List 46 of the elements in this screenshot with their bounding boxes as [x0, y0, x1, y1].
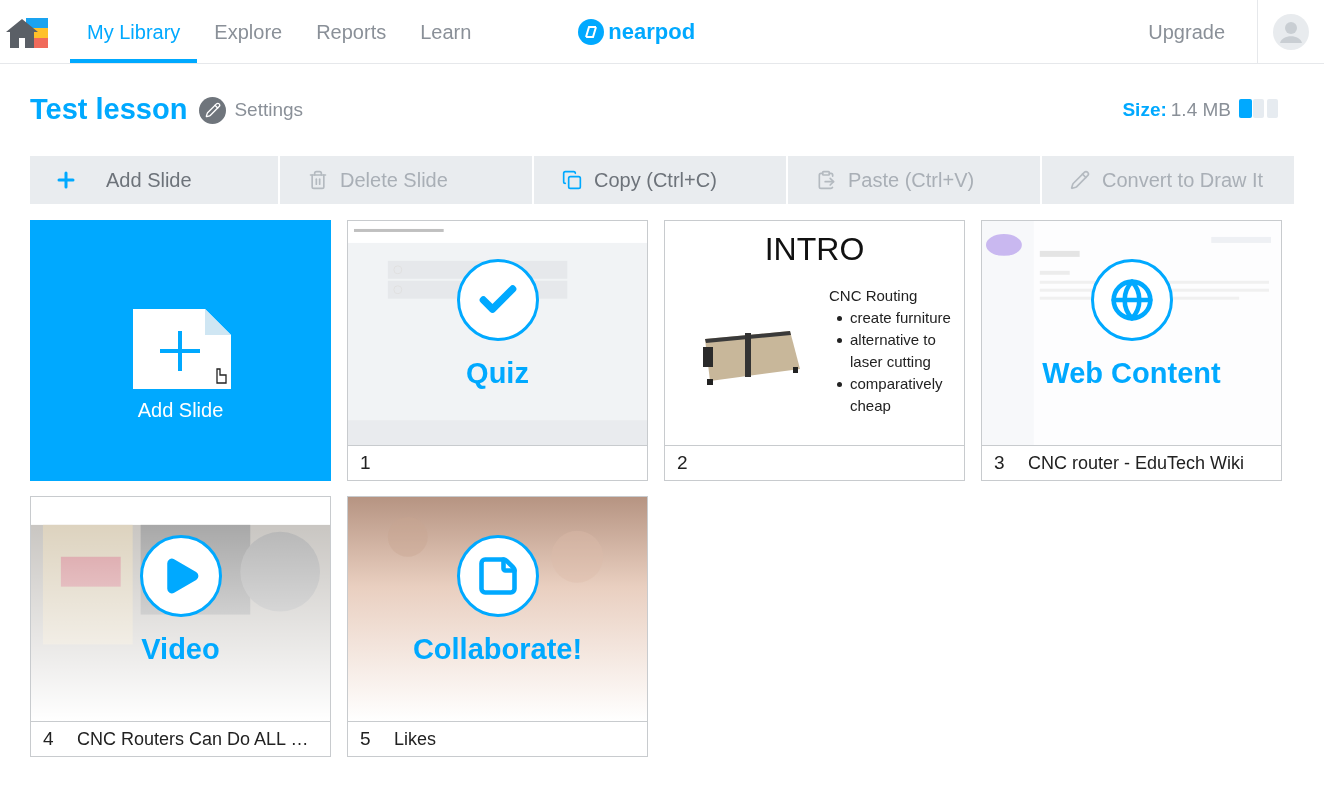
trash-icon: [308, 170, 328, 190]
size-label: Size:: [1122, 97, 1167, 122]
bullet-text: create furniture: [850, 308, 952, 328]
add-document-icon: [130, 309, 231, 391]
slide-caption: Likes: [394, 727, 437, 751]
slide-type-label: Web Content: [1042, 359, 1221, 388]
slide-number: 1: [360, 450, 372, 475]
add-slide-tile[interactable]: Add Slide: [30, 220, 331, 481]
toolbar-button[interactable]: Add Slide: [30, 156, 278, 204]
slide-caption: CNC Routers Can Do ALL …: [77, 727, 309, 751]
slide-type-label: Collaborate!: [412, 635, 583, 664]
pencil-icon: [1070, 170, 1090, 190]
logo-icon: [578, 18, 605, 45]
bullet-icon: [837, 382, 842, 387]
home-icon[interactable]: [6, 15, 50, 48]
slide-number: 3: [994, 450, 1006, 475]
slide-card[interactable]: INTRO CNC Routing create furniture alternative to laser cutting comparatively cheap 2: [664, 220, 965, 481]
copy-icon: [562, 170, 582, 190]
toolbar-button[interactable]: Copy (Ctrl+C): [532, 156, 786, 204]
nav-tab[interactable]: Reports: [299, 0, 404, 63]
bullet-icon: [837, 338, 842, 343]
slide-heading: INTRO: [764, 233, 865, 265]
size-meter: [1239, 98, 1278, 118]
lesson-title: Test lesson: [30, 92, 188, 128]
nav-tab[interactable]: Explore: [197, 0, 300, 63]
slide-subheading: CNC Routing: [829, 286, 919, 306]
slide-type-label: Video: [141, 635, 220, 664]
size-value: 1.4 MB: [1170, 97, 1231, 122]
pencil-icon: [199, 96, 227, 124]
bullet-text: comparatively cheap: [850, 374, 944, 416]
nav-tab[interactable]: My Library: [70, 0, 198, 63]
upgrade-link[interactable]: Upgrade: [1128, 0, 1245, 63]
slide-card[interactable]: Web Content 3 CNC router - EduTech Wiki: [981, 220, 1282, 481]
slide-card[interactable]: Collaborate! 5 Likes: [347, 496, 648, 757]
logo-wordmark: nearpod: [608, 18, 696, 46]
slide-number: 2: [677, 450, 689, 475]
slide-number: 5: [360, 726, 372, 751]
nav-tab[interactable]: Learn: [403, 0, 489, 63]
paste-icon: [816, 170, 836, 190]
settings-button[interactable]: Settings: [199, 95, 304, 125]
slide-number: 4: [43, 726, 55, 751]
slide-caption: CNC router - EduTech Wiki: [1028, 451, 1245, 475]
bullet-icon: [837, 316, 842, 321]
slide-card[interactable]: Video 4 CNC Routers Can Do ALL …: [30, 496, 331, 757]
slide-type-label: Quiz: [466, 359, 529, 388]
slide-card[interactable]: Quiz 1: [347, 220, 648, 481]
